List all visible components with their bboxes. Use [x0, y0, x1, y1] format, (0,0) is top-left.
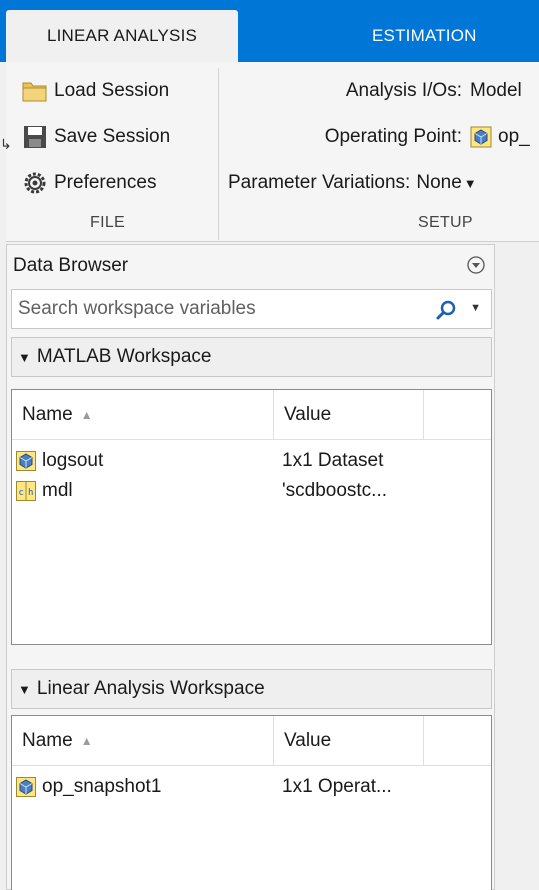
gear-icon	[22, 170, 48, 196]
table-header: Name ▲ Value	[12, 390, 491, 440]
svg-text:h: h	[28, 488, 33, 498]
setup-section-label: SETUP	[418, 214, 473, 231]
linear-analysis-workspace-header[interactable]: ▼ Linear Analysis Workspace	[11, 669, 492, 709]
column-name-label: Name	[22, 730, 73, 751]
char-icon: c h	[16, 481, 36, 501]
variable-value: 'scdboostc...	[282, 480, 388, 501]
floppy-disk-icon	[22, 124, 48, 150]
folder-icon	[22, 78, 48, 104]
analysis-ios-value: Model	[470, 80, 522, 101]
data-browser-title: Data Browser	[13, 255, 129, 276]
operating-point-icon	[16, 777, 36, 797]
sort-ascending-icon: ▲	[80, 408, 93, 422]
save-session-button[interactable]: Save Session	[22, 120, 170, 154]
search-options-chevron-icon[interactable]: ▼	[470, 302, 481, 314]
matlab-workspace-title: MATLAB Workspace	[36, 346, 212, 367]
operating-point-value: op_	[498, 126, 530, 147]
parameter-variations-dropdown[interactable]: None ▼	[416, 172, 476, 194]
analysis-ios-dropdown[interactable]: Model	[470, 80, 522, 102]
tab-estimation[interactable]: ESTIMATION	[240, 10, 539, 62]
tab-linear-analysis[interactable]: LINEAR ANALYSIS	[6, 10, 238, 62]
linear-analysis-workspace-table: Name ▲ Value op_snapshot1 1x1 Operat...	[11, 715, 492, 890]
column-value-label: Value	[284, 730, 332, 751]
save-session-label: Save Session	[54, 126, 171, 147]
file-section-label: FILE	[90, 214, 125, 231]
search-field-container: ▼	[11, 289, 492, 329]
dataset-icon	[16, 451, 36, 471]
chevron-down-icon: ▼	[463, 175, 477, 191]
column-name-label: Name	[22, 404, 73, 425]
collapse-triangle-icon: ▼	[18, 681, 31, 697]
sort-ascending-icon: ▲	[80, 734, 93, 748]
matlab-workspace-table: Name ▲ Value logsout 1x1 Dataset c h mdl…	[11, 389, 492, 645]
matlab-workspace-header[interactable]: ▼ MATLAB Workspace	[11, 337, 492, 377]
data-browser-panel: Data Browser ▼ ▼ MATLAB Workspace Name ▲	[6, 244, 495, 890]
analysis-ios-label: Analysis I/Os:	[345, 80, 462, 101]
operating-point-dropdown[interactable]: op_	[470, 126, 530, 148]
mouse-cursor-icon: ↳	[0, 136, 12, 152]
variable-value: 1x1 Dataset	[282, 450, 384, 471]
variable-name: mdl	[42, 480, 73, 501]
column-header-name[interactable]: Name ▲	[12, 390, 274, 440]
variable-name-cell: c h mdl	[16, 480, 73, 502]
parameter-variations-value: None	[416, 172, 462, 193]
search-input[interactable]	[18, 298, 418, 320]
table-row[interactable]: c h mdl 'scdboostc...	[12, 476, 491, 506]
search-icon[interactable]	[435, 299, 457, 321]
table-row[interactable]: logsout 1x1 Dataset	[12, 446, 491, 476]
column-value-label: Value	[284, 404, 332, 425]
operating-point-label: Operating Point:	[324, 126, 462, 147]
column-header-name[interactable]: Name ▲	[12, 716, 274, 766]
load-session-label: Load Session	[54, 80, 170, 101]
linear-analysis-workspace-title: Linear Analysis Workspace	[36, 678, 265, 699]
variable-name: logsout	[42, 450, 104, 471]
column-header-value[interactable]: Value	[274, 716, 424, 766]
panel-menu-icon[interactable]	[466, 255, 486, 275]
preferences-label: Preferences	[54, 172, 157, 193]
section-divider	[218, 68, 219, 240]
analysis-ios-row: Analysis I/Os: Model	[228, 74, 539, 108]
data-browser-header: Data Browser	[7, 245, 494, 287]
operating-point-icon	[470, 126, 492, 148]
parameter-variations-label: Parameter Variations:	[228, 172, 411, 193]
toolstrip-tab-bar: LINEAR ANALYSIS ESTIMATION	[0, 0, 539, 62]
parameter-variations-row: Parameter Variations: None ▼	[228, 166, 539, 200]
table-header: Name ▲ Value	[12, 716, 491, 766]
variable-name-cell: op_snapshot1	[16, 776, 161, 798]
variable-name-cell: logsout	[16, 450, 103, 472]
collapse-triangle-icon: ▼	[18, 349, 31, 365]
variable-name: op_snapshot1	[42, 776, 162, 797]
load-session-button[interactable]: Load Session	[22, 74, 169, 108]
preferences-button[interactable]: Preferences	[22, 166, 156, 200]
column-header-value[interactable]: Value	[274, 390, 424, 440]
variable-value: 1x1 Operat...	[282, 776, 392, 797]
table-row[interactable]: op_snapshot1 1x1 Operat...	[12, 772, 491, 802]
toolstrip: Load Session Save Session Preferences FI…	[6, 62, 539, 242]
svg-text:c: c	[19, 488, 24, 498]
operating-point-row: Operating Point: op_	[228, 120, 539, 154]
